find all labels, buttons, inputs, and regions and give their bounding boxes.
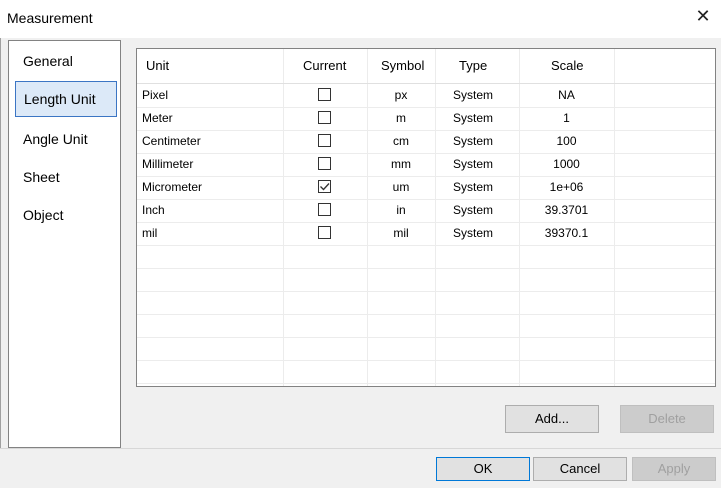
- column-header-unit[interactable]: Unit: [146, 49, 169, 83]
- current-checkbox[interactable]: [318, 157, 331, 170]
- empty-table-row: [137, 337, 715, 361]
- current-checkbox-checked[interactable]: [318, 180, 331, 193]
- table-row[interactable]: Meter m System 1: [137, 107, 715, 131]
- table-row[interactable]: Millimeter mm System 1000: [137, 153, 715, 177]
- column-header-symbol[interactable]: Symbol: [381, 49, 424, 83]
- table-row[interactable]: mil mil System 39370.1: [137, 222, 715, 246]
- apply-button[interactable]: Apply: [632, 457, 716, 481]
- units-table[interactable]: Unit Current Symbol Type Scale Pixel px Sy…: [136, 48, 716, 387]
- scale-cell: NA: [558, 88, 575, 102]
- scale-cell: 1e+06: [549, 180, 584, 194]
- current-checkbox[interactable]: [318, 203, 331, 216]
- add-unit-button[interactable]: Add...: [505, 405, 599, 433]
- symbol-cell: m: [396, 111, 406, 125]
- table-row[interactable]: Inch in System 39.3701: [137, 199, 715, 223]
- sidebar-item-object[interactable]: Object: [15, 197, 117, 233]
- unit-cell: mil: [142, 226, 158, 240]
- sidebar-item-label: Length Unit: [24, 91, 96, 107]
- close-icon[interactable]: ✕: [693, 6, 713, 26]
- empty-table-row: [137, 360, 715, 384]
- scale-cell: 39.3701: [544, 203, 589, 217]
- ok-button[interactable]: OK: [436, 457, 530, 481]
- unit-cell: Pixel: [142, 88, 169, 102]
- symbol-cell: cm: [393, 134, 409, 148]
- sidebar-item-length-unit[interactable]: Length Unit: [15, 81, 117, 117]
- table-row[interactable]: Micrometer um System 1e+06: [137, 176, 715, 200]
- column-header-current[interactable]: Current: [303, 49, 346, 83]
- type-cell: System: [453, 226, 494, 240]
- scale-cell: 39370.1: [544, 226, 589, 240]
- empty-table-row: [137, 245, 715, 269]
- checkmark-icon: [320, 183, 330, 191]
- empty-table-row: [137, 268, 715, 292]
- scale-cell: 1: [563, 111, 570, 125]
- type-cell: System: [453, 88, 494, 102]
- type-cell: System: [453, 111, 494, 125]
- table-row[interactable]: Pixel px System NA: [137, 84, 715, 108]
- unit-cell: Centimeter: [142, 134, 201, 148]
- symbol-cell: px: [394, 88, 408, 102]
- unit-cell: Meter: [142, 111, 173, 125]
- symbol-cell: um: [392, 180, 410, 194]
- sidebar-item-sheet[interactable]: Sheet: [15, 159, 117, 195]
- type-cell: System: [453, 180, 494, 194]
- dialog-footer: OK Cancel Apply: [0, 449, 721, 488]
- unit-cell: Inch: [142, 203, 165, 217]
- empty-table-row: [137, 314, 715, 338]
- window-title: Measurement: [7, 10, 93, 26]
- table-header: Unit Current Symbol Type Scale: [137, 49, 715, 84]
- title-bar: Measurement ✕: [0, 0, 721, 38]
- sidebar-item-angle-unit[interactable]: Angle Unit: [15, 121, 117, 157]
- symbol-cell: in: [396, 203, 406, 217]
- current-checkbox[interactable]: [318, 111, 331, 124]
- panel-divider: [120, 40, 121, 448]
- sidebar-item-label: General: [23, 53, 73, 69]
- type-cell: System: [453, 157, 494, 171]
- current-checkbox[interactable]: [318, 134, 331, 147]
- table-row[interactable]: Centimeter cm System 100: [137, 130, 715, 154]
- category-sidebar: General Length Unit Angle Unit Sheet Obj…: [8, 40, 120, 448]
- symbol-cell: mil: [393, 226, 409, 240]
- column-header-scale[interactable]: Scale: [551, 49, 584, 83]
- unit-cell: Micrometer: [142, 180, 203, 194]
- type-cell: System: [453, 134, 494, 148]
- empty-table-row: [137, 291, 715, 315]
- delete-unit-button[interactable]: Delete: [620, 405, 714, 433]
- current-checkbox[interactable]: [318, 88, 331, 101]
- unit-cell: Millimeter: [142, 157, 194, 171]
- symbol-cell: mm: [391, 157, 411, 171]
- scale-cell: 100: [556, 134, 577, 148]
- type-cell: System: [453, 203, 494, 217]
- cancel-button[interactable]: Cancel: [533, 457, 627, 481]
- scale-cell: 1000: [553, 157, 580, 171]
- current-checkbox[interactable]: [318, 226, 331, 239]
- sidebar-item-label: Angle Unit: [23, 131, 88, 147]
- sidebar-item-label: Object: [23, 207, 64, 223]
- sidebar-item-label: Sheet: [23, 169, 60, 185]
- column-header-type[interactable]: Type: [459, 49, 487, 83]
- sidebar-item-general[interactable]: General: [15, 43, 117, 79]
